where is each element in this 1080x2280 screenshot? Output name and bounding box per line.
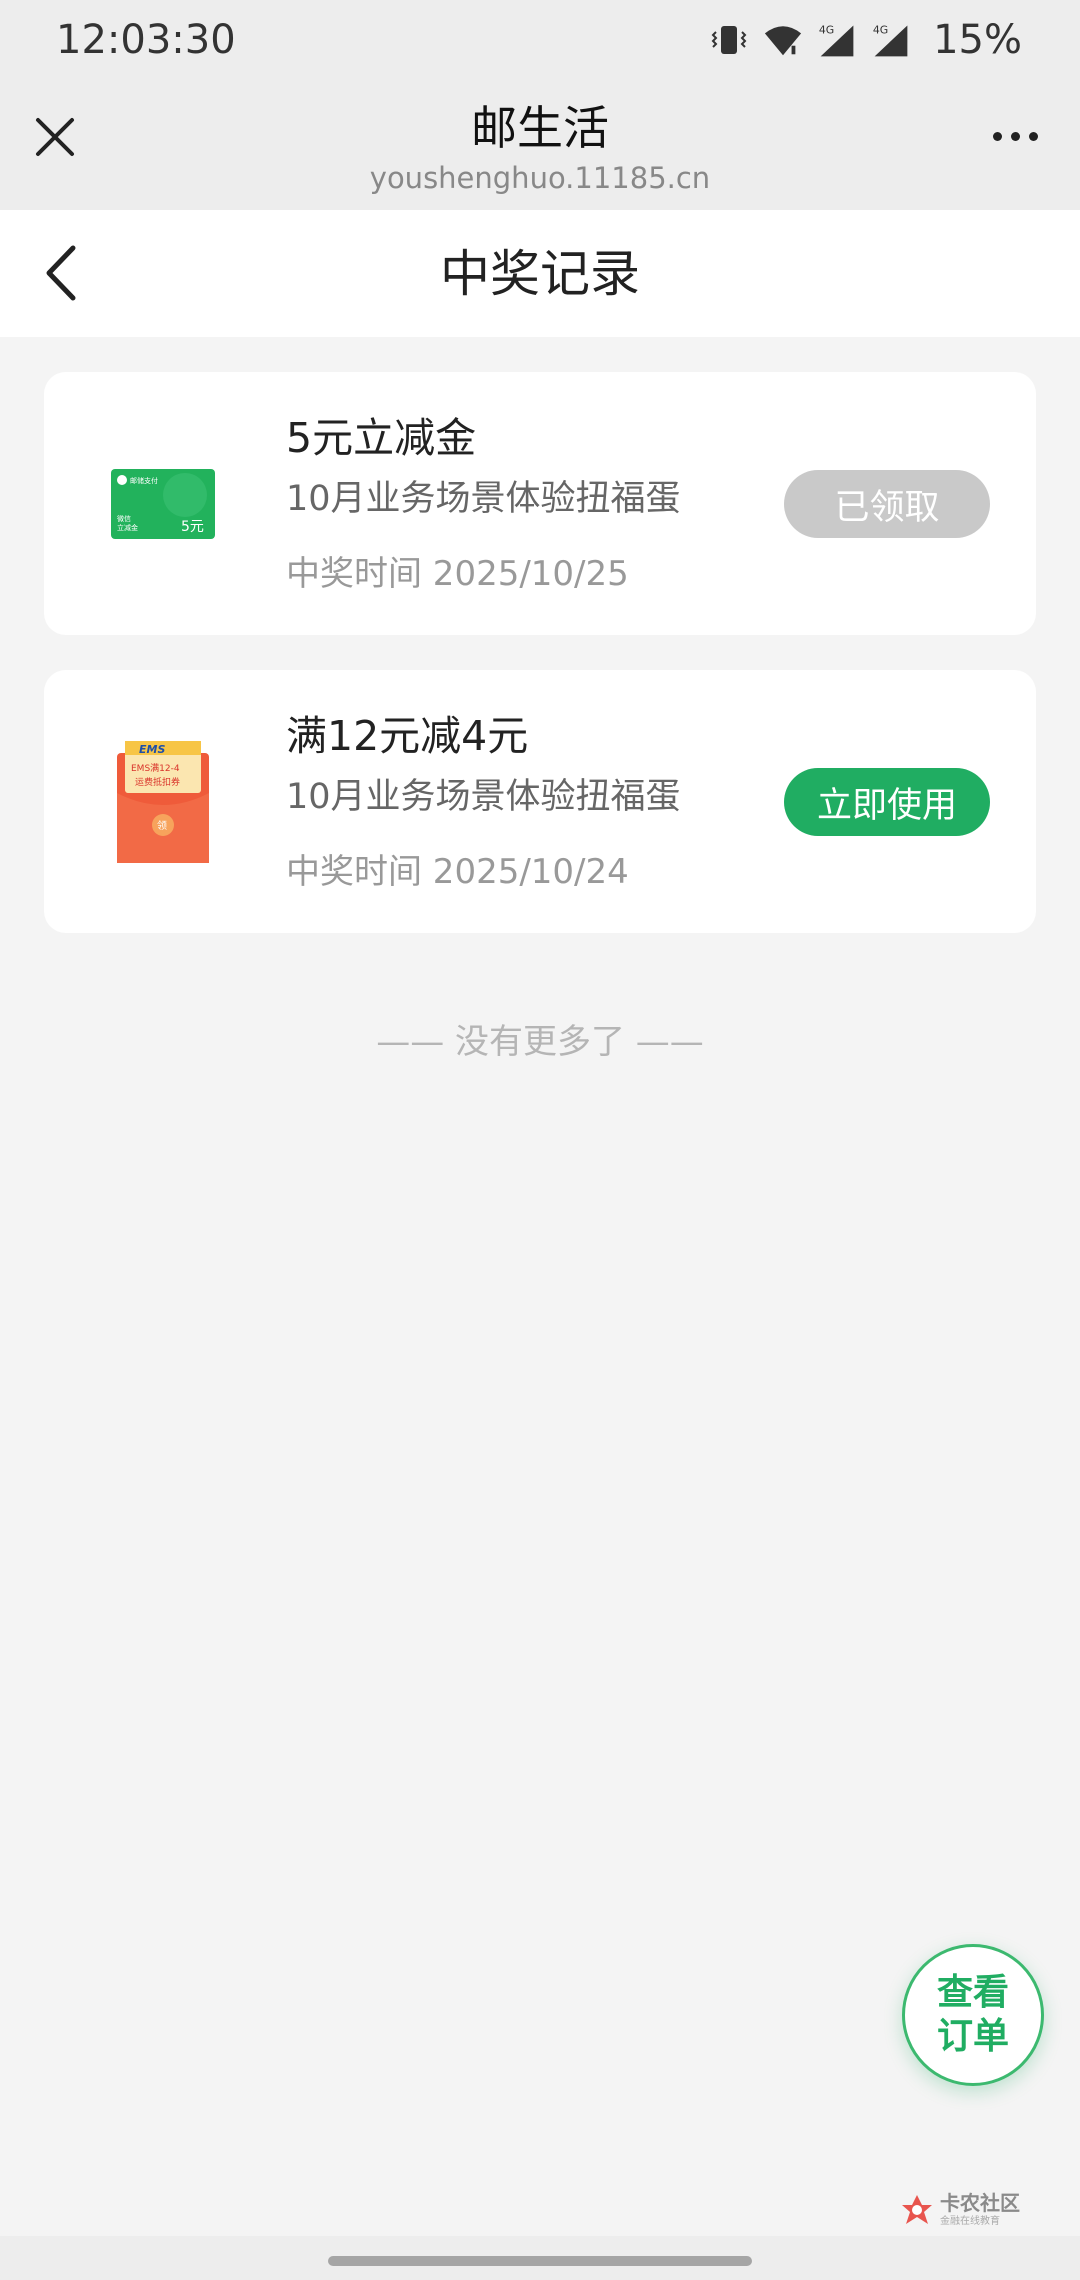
prize-thumbnail: EMS EMS满12-4 运费抵扣券 领 — [108, 732, 218, 872]
watermark-subtitle: 金融在线教育 — [940, 2216, 1000, 2227]
prize-activity: 10月业务场景体验扭福蛋 — [286, 479, 681, 519]
coupon-brand: 邮储支付 — [130, 476, 158, 485]
status-time: 12:03:30 — [56, 17, 236, 63]
browser-title: 邮生活 — [471, 101, 609, 155]
watermark: 卡农社区 金融在线教育 — [900, 2186, 1030, 2234]
network-label: 4G — [819, 24, 834, 37]
coupon-line1: 微信 — [117, 514, 131, 523]
network-label: 4G — [873, 24, 888, 37]
prize-thumbnail: 邮储支付 微信 立减金 5元 — [108, 434, 218, 574]
browser-url: youshenghuo.11185.cn — [369, 161, 711, 195]
envelope-badge: 领 — [157, 819, 167, 832]
view-orders-button[interactable]: 查看 订单 — [902, 1944, 1044, 2086]
view-orders-label-line1: 查看 — [936, 1972, 1009, 2013]
envelope-brand: EMS — [139, 743, 165, 756]
envelope-line1: EMS满12-4 — [131, 763, 180, 774]
ems-red-envelope-image: EMS EMS满12-4 运费抵扣券 领 — [117, 741, 209, 863]
coupon-amount: 5元 — [181, 519, 204, 535]
prize-date: 中奖时间 2025/10/24 — [286, 852, 629, 892]
view-orders-label-line2: 订单 — [936, 2016, 1009, 2057]
status-icons: 4G 4G 15% — [709, 17, 1022, 63]
prize-activity: 10月业务场景体验扭福蛋 — [286, 777, 681, 817]
prize-record-card: 邮储支付 微信 立减金 5元 5元立减金 10月业务场景体验扭福蛋 中奖时间 2… — [44, 372, 1036, 635]
use-now-button[interactable]: 立即使用 — [784, 768, 990, 836]
watermark-logo-icon — [902, 2195, 932, 2224]
browser-bar: 邮生活 youshenghuo.11185.cn — [0, 80, 1080, 210]
browser-title-area: 邮生活 youshenghuo.11185.cn — [0, 100, 1080, 198]
more-dot — [1028, 131, 1038, 141]
more-dot — [1010, 131, 1020, 141]
status-bar: 12:03:30 4G 4G 15% — [0, 0, 1080, 80]
coupon-line2: 立减金 — [117, 523, 138, 532]
signal-4g-icon: 4G — [871, 20, 911, 60]
envelope-line2: 运费抵扣券 — [135, 776, 180, 788]
prize-date: 中奖时间 2025/10/25 — [286, 554, 629, 594]
no-more-text: —— 没有更多了 —— — [376, 1022, 704, 1062]
battery-percent: 15% — [933, 17, 1022, 63]
prize-title: 5元立减金 — [286, 414, 477, 462]
claimed-button[interactable]: 已领取 — [784, 470, 990, 538]
wechat-coupon-image: 邮储支付 微信 立减金 5元 — [111, 469, 215, 539]
page-header: 中奖记录 — [0, 210, 1080, 337]
prize-title: 满12元减4元 — [286, 712, 529, 760]
vibrate-icon — [709, 20, 749, 60]
prize-record-card: EMS EMS满12-4 运费抵扣券 领 满12元减4元 10月业务场景体验扭福… — [44, 670, 1036, 933]
system-nav-bar — [0, 2236, 1080, 2280]
page-title: 中奖记录 — [440, 245, 640, 303]
more-menu-button[interactable] — [980, 116, 1050, 156]
signal-4g-icon: 4G — [817, 20, 857, 60]
home-indicator[interactable] — [328, 2256, 752, 2266]
watermark-title: 卡农社区 — [940, 2191, 1020, 2215]
more-dot — [992, 131, 1002, 141]
wifi-icon — [763, 20, 803, 60]
